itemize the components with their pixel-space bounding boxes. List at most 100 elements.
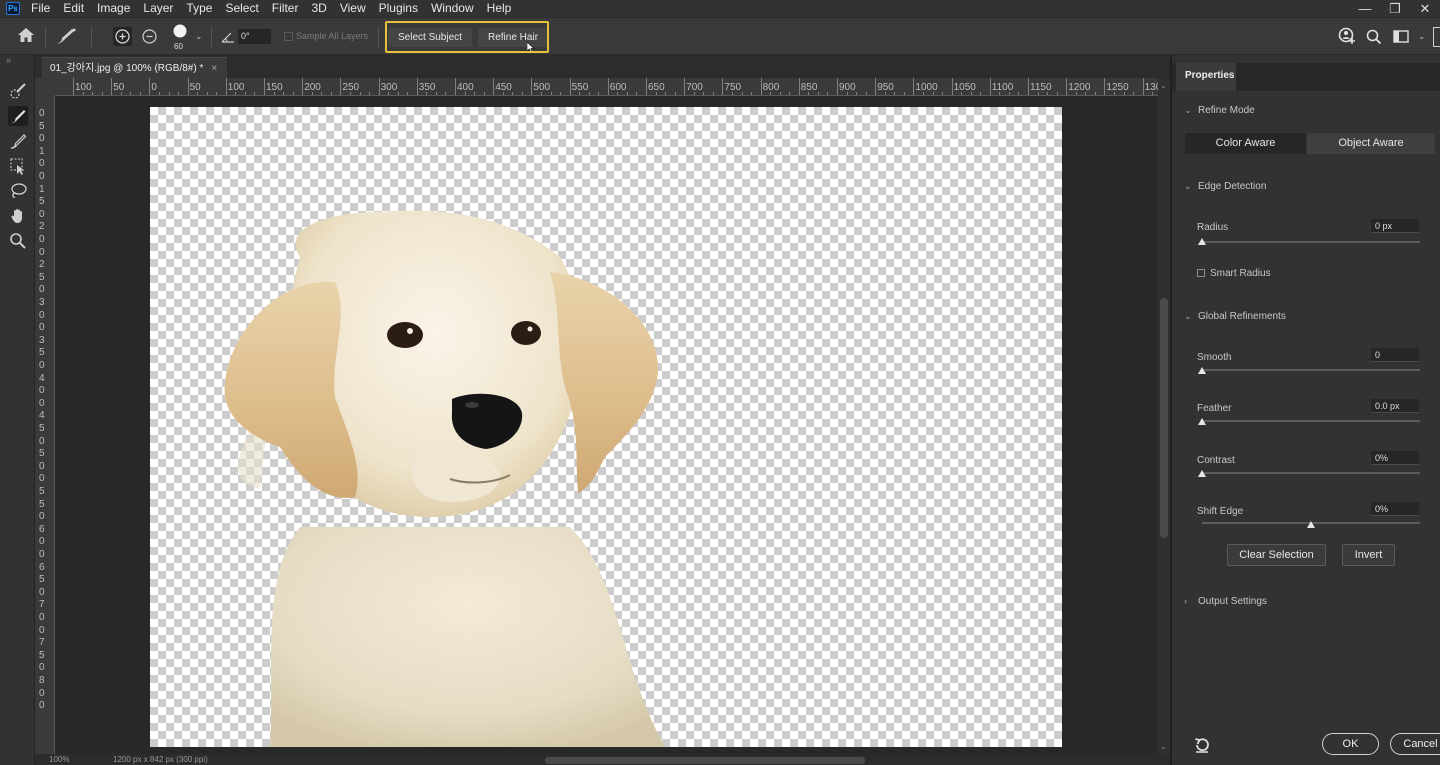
share-icon[interactable] (1433, 27, 1440, 47)
horizontal-scrollbar-thumb[interactable] (545, 757, 865, 764)
refine-mode-header[interactable]: ⌄ Refine Mode (1184, 105, 1255, 116)
ruler-left-label: 5 (39, 271, 45, 283)
brush-tool-icon[interactable] (54, 26, 78, 51)
document-tab[interactable]: 01_강아지.jpg @ 100% (RGB/8#) * × (42, 57, 228, 78)
menu-3d[interactable]: 3D (311, 0, 326, 17)
add-to-selection-icon[interactable] (113, 27, 132, 46)
learn-icon[interactable] (1338, 27, 1358, 52)
menu-window[interactable]: Window (431, 0, 474, 17)
zoom-level[interactable]: 100% (49, 755, 69, 764)
ruler-major-tick (378, 78, 380, 95)
vertical-scrollbar-thumb[interactable] (1160, 298, 1168, 538)
quick-selection-tool-icon[interactable] (8, 81, 28, 101)
ruler-major-tick (989, 78, 991, 95)
radius-slider-thumb[interactable] (1198, 238, 1206, 245)
menu-help[interactable]: Help (487, 0, 512, 17)
contrast-slider-thumb[interactable] (1198, 470, 1206, 477)
search-icon[interactable] (1366, 29, 1382, 50)
sample-all-layers-checkbox[interactable] (284, 32, 293, 41)
hand-tool-icon[interactable] (8, 206, 28, 226)
brush-tool-icon[interactable] (8, 131, 28, 151)
sample-all-layers-label: Sample All Layers (296, 31, 369, 41)
global-refinements-header[interactable]: ⌄ Global Refinements (1184, 311, 1286, 322)
tab-properties[interactable]: Properties (1176, 63, 1236, 91)
ruler-major-tick (111, 78, 113, 95)
object-selection-tool-icon[interactable] (8, 156, 28, 176)
reset-icon[interactable] (1193, 737, 1211, 758)
radius-label: Radius (1197, 222, 1229, 233)
menu-view[interactable]: View (340, 0, 366, 17)
output-settings-header[interactable]: › Output Settings (1184, 596, 1267, 607)
collapse-toolbar-icon[interactable]: » (6, 55, 11, 65)
minimize-icon[interactable]: — (1350, 0, 1380, 17)
ruler-top-label: 900 (839, 82, 856, 93)
color-aware-button[interactable]: Color Aware (1185, 133, 1306, 154)
ruler-left-label: 0 (39, 246, 45, 258)
feather-slider-thumb[interactable] (1198, 418, 1206, 425)
cancel-button[interactable]: Cancel (1390, 733, 1440, 755)
shift-edge-slider-thumb[interactable] (1307, 521, 1315, 528)
ruler-top-label: 0 (151, 82, 157, 93)
ruler-major-tick (149, 78, 151, 95)
radius-field[interactable]: 0 px (1371, 219, 1419, 233)
ruler-left-label: 5 (39, 448, 45, 460)
brush-preview-icon[interactable] (172, 23, 188, 44)
feather-field[interactable]: 0.0 px (1371, 399, 1419, 413)
ruler-major-tick (607, 78, 609, 95)
highlight-annotation (385, 21, 549, 53)
workspace-dropdown-chevron-icon[interactable]: ⌄ (1418, 31, 1426, 42)
ruler-top-label: 850 (800, 82, 818, 93)
invert-button[interactable]: Invert (1342, 544, 1395, 566)
contrast-slider-track[interactable] (1202, 472, 1420, 474)
ruler-left-label: 0 (39, 171, 45, 182)
smooth-slider-track[interactable] (1202, 369, 1420, 371)
zoom-tool-icon[interactable] (8, 231, 28, 251)
brush-dropdown-chevron-icon[interactable]: ⌄ (195, 31, 203, 42)
chevron-down-icon: ⌄ (1184, 181, 1192, 191)
menu-edit[interactable]: Edit (63, 0, 84, 17)
menu-layer[interactable]: Layer (143, 0, 173, 17)
ruler-left-label: 5 (39, 574, 45, 586)
document-canvas[interactable] (150, 107, 1062, 747)
tools-panel: » (0, 55, 35, 765)
ruler-major-tick (73, 78, 74, 95)
menu-type[interactable]: Type (186, 0, 212, 17)
menu-image[interactable]: Image (97, 0, 130, 17)
restore-icon[interactable]: ❐ (1380, 0, 1410, 17)
smooth-slider-thumb[interactable] (1198, 367, 1206, 374)
ok-button[interactable]: OK (1322, 733, 1379, 755)
subtract-from-selection-icon[interactable] (140, 27, 159, 51)
shift-edge-label: Shift Edge (1197, 506, 1244, 517)
ruler-top: 100 50 0 50 100 150 200 250 300 350 400 450 500 550 60… (55, 78, 1158, 96)
menu-file[interactable]: File (31, 0, 50, 17)
angle-field[interactable]: 0° (238, 29, 271, 44)
puppy-image (224, 210, 665, 747)
workspace-icon[interactable] (1393, 30, 1409, 48)
angle-icon (221, 30, 235, 48)
menu-filter[interactable]: Filter (272, 0, 299, 17)
object-aware-button[interactable]: Object Aware (1307, 133, 1435, 154)
contrast-field[interactable]: 0% (1371, 451, 1419, 465)
radius-slider-track[interactable] (1202, 241, 1420, 243)
smart-radius-checkbox[interactable] (1197, 269, 1205, 277)
menu-select[interactable]: Select (225, 0, 258, 17)
menu-plugins[interactable]: Plugins (379, 0, 418, 17)
close-icon[interactable]: ✕ (1410, 0, 1440, 17)
close-tab-icon[interactable]: × (211, 63, 217, 74)
ruler-major-tick (1066, 78, 1068, 95)
scroll-down-icon[interactable]: ⌄ (1160, 742, 1167, 751)
ruler-left-label: 1 (39, 145, 45, 157)
home-icon[interactable] (17, 27, 35, 48)
feather-slider-track[interactable] (1202, 420, 1420, 422)
clear-selection-button[interactable]: Clear Selection (1227, 544, 1326, 566)
lasso-tool-icon[interactable] (8, 181, 28, 201)
scroll-up-icon[interactable]: ⌃ (1160, 85, 1167, 94)
shift-edge-field[interactable]: 0% (1371, 502, 1419, 516)
ruler-left-label: 6 (39, 523, 45, 535)
refine-edge-brush-tool-icon[interactable] (8, 106, 28, 126)
ruler-top-label: 250 (342, 82, 360, 93)
smooth-field[interactable]: 0 (1371, 348, 1419, 362)
edge-detection-header[interactable]: ⌄ Edge Detection (1184, 181, 1266, 192)
ruler-top-label: 200 (304, 82, 321, 93)
ruler-major-tick (569, 78, 571, 95)
